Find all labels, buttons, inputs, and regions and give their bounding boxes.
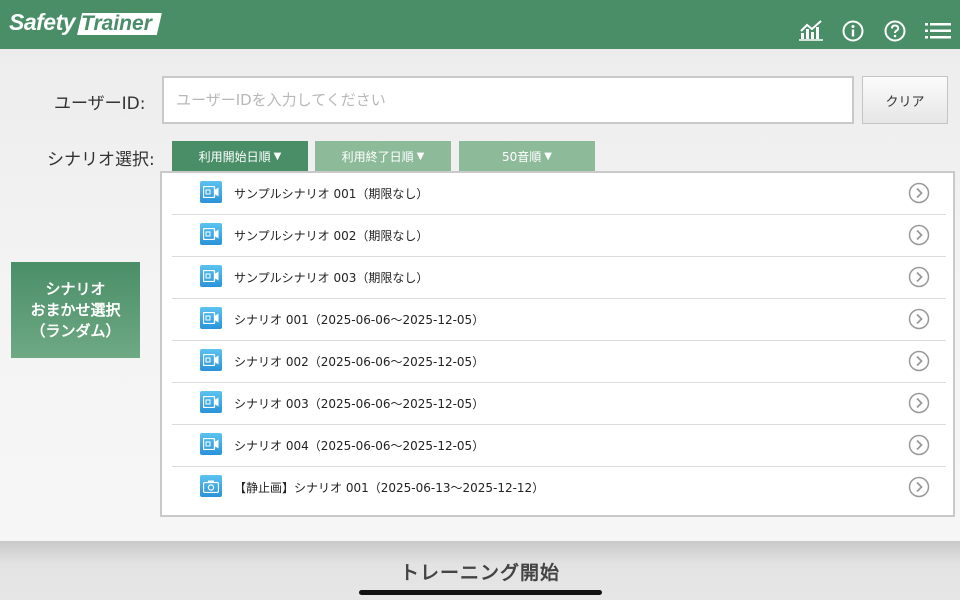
chevron-right-icon <box>908 434 930 456</box>
sort-tab-end-date[interactable]: 利用終了日順 ▼ <box>315 141 451 171</box>
scenario-list: サンプルシナリオ 001（期限なし） サンプルシナリオ 002（期限なし） サン… <box>160 171 955 517</box>
scenario-title: 【静止画】シナリオ 001（2025-06-13～2025-12-12） <box>234 481 545 495</box>
scenario-list-item[interactable]: シナリオ 003（2025-06-06～2025-12-05） <box>172 383 946 425</box>
scenario-list-item[interactable]: シナリオ 004（2025-06-06～2025-12-05） <box>172 425 946 467</box>
sort-tab-label: 利用開始日順 <box>198 149 271 164</box>
chevron-right-icon <box>908 392 930 414</box>
menu-icon[interactable] <box>925 23 951 47</box>
scenario-list-item[interactable]: シナリオ 002（2025-06-06～2025-12-05） <box>172 341 946 383</box>
chevron-right-icon <box>908 308 930 330</box>
clear-button[interactable]: クリア <box>862 76 948 124</box>
help-icon[interactable] <box>884 20 906 44</box>
chevron-right-icon <box>908 476 930 498</box>
sort-tab-label: 50音順 <box>502 149 542 164</box>
scenario-title: シナリオ 002（2025-06-06～2025-12-05） <box>234 355 485 369</box>
caret-down-icon: ▼ <box>544 150 552 162</box>
user-id-label: ユーザーID: <box>54 94 146 114</box>
chevron-right-icon <box>908 266 930 288</box>
user-id-input[interactable] <box>162 76 854 124</box>
start-training-label: トレーニング開始 <box>399 562 560 584</box>
caret-down-icon: ▼ <box>273 150 282 162</box>
scenario-title: サンプルシナリオ 002（期限なし） <box>234 229 429 243</box>
video-camera-icon <box>200 391 222 413</box>
video-camera-icon <box>200 223 222 245</box>
scenario-list-item[interactable]: 【静止画】シナリオ 001（2025-06-13～2025-12-12） <box>172 467 946 509</box>
random-scenario-button[interactable]: シナリオ おまかせ選択 （ランダム） <box>11 262 140 358</box>
info-icon[interactable] <box>842 20 864 44</box>
scenario-list-item[interactable]: シナリオ 001（2025-06-06～2025-12-05） <box>172 299 946 341</box>
video-camera-icon <box>200 265 222 287</box>
video-camera-icon <box>200 349 222 371</box>
caret-down-icon: ▼ <box>416 150 425 162</box>
photo-camera-icon <box>200 475 222 497</box>
scenario-title: シナリオ 004（2025-06-06～2025-12-05） <box>234 439 485 453</box>
scenario-list-item[interactable]: サンプルシナリオ 003（期限なし） <box>172 257 946 299</box>
scenario-title: シナリオ 003（2025-06-06～2025-12-05） <box>234 397 485 411</box>
chevron-right-icon <box>908 224 930 246</box>
chart-icon[interactable] <box>799 19 823 43</box>
app-header: Safety Trainer <box>0 0 960 49</box>
scenario-list-item[interactable]: サンプルシナリオ 001（期限なし） <box>172 173 946 215</box>
logo-trainer: Trainer <box>77 13 162 35</box>
chevron-right-icon <box>908 350 930 372</box>
video-camera-icon <box>200 433 222 455</box>
sort-tab-alphabetical[interactable]: 50音順 ▼ <box>459 141 595 171</box>
video-camera-icon <box>200 181 222 203</box>
sort-tab-label: 利用終了日順 <box>341 149 414 164</box>
video-camera-icon <box>200 307 222 329</box>
scenario-title: サンプルシナリオ 001（期限なし） <box>234 187 429 201</box>
logo-safety: Safety <box>9 9 76 35</box>
scenario-list-item[interactable]: サンプルシナリオ 002（期限なし） <box>172 215 946 257</box>
chevron-right-icon <box>908 182 930 204</box>
sort-tab-start-date[interactable]: 利用開始日順 ▼ <box>172 141 308 171</box>
scenario-select-label: シナリオ選択: <box>47 150 155 170</box>
home-indicator[interactable] <box>359 590 602 595</box>
scenario-title: シナリオ 001（2025-06-06～2025-12-05） <box>234 313 485 327</box>
scenario-title: サンプルシナリオ 003（期限なし） <box>234 271 429 285</box>
app-logo: Safety Trainer <box>9 9 162 41</box>
